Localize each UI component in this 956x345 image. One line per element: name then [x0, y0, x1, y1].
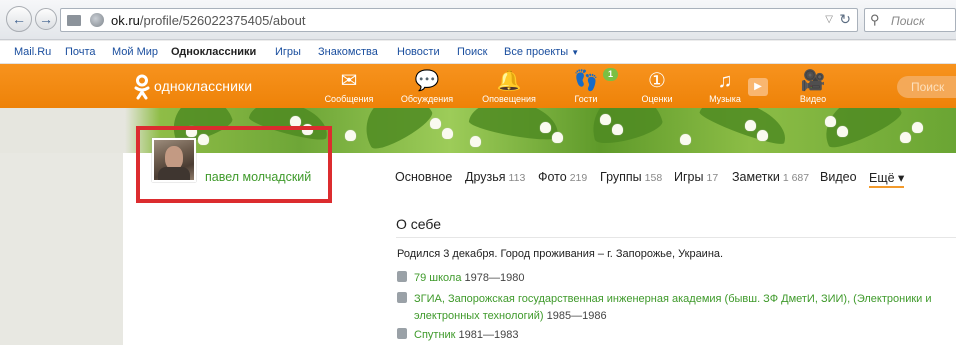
tab-games[interactable]: Игры 17	[674, 170, 718, 184]
nav-ratings-label: Оценки	[641, 94, 673, 104]
university-icon	[397, 292, 407, 303]
education-link[interactable]: ЗГИА, Запорожская государственная инжене…	[414, 293, 932, 305]
address-bar[interactable]: ok.ru/profile/526022375405/about ▽ ↻	[60, 8, 858, 32]
education-years: 1981—1983	[458, 329, 519, 341]
education-link[interactable]: Спутник	[414, 329, 455, 341]
nav-video[interactable]: 🎥 Видео	[795, 70, 831, 105]
education-link-cont[interactable]: электронных технологий)	[414, 310, 544, 322]
nav-video-label: Видео	[799, 94, 827, 104]
portal-link-games[interactable]: Игры	[275, 46, 301, 58]
portal-link-news[interactable]: Новости	[397, 46, 440, 58]
education-years: 1985—1986	[546, 310, 607, 322]
school-icon	[397, 271, 407, 282]
portal-link-my-world[interactable]: Мой Мир	[112, 46, 158, 58]
nav-guests-label: Гости	[574, 94, 598, 104]
tab-more[interactable]: Ещё ▾	[869, 170, 905, 188]
tab-video[interactable]: Видео	[820, 170, 857, 184]
portal-link-mail[interactable]: Почта	[65, 46, 96, 58]
portal-link-odnoklassniki[interactable]: Одноклассники	[171, 46, 256, 58]
nav-discussions[interactable]: 💬 Обсуждения	[397, 70, 457, 105]
dropdown-triangle-icon[interactable]: ▽	[825, 14, 833, 25]
portal-link-dating[interactable]: Знакомства	[318, 46, 378, 58]
back-arrow-icon[interactable]: ←	[6, 6, 32, 32]
ok-header: одноклассники ✉ Сообщения 💬 Обсуждения 🔔…	[0, 64, 956, 108]
divider	[396, 237, 956, 238]
chat-bubbles-icon: 💬	[414, 70, 440, 92]
ok-logo-icon[interactable]	[133, 74, 151, 100]
nav-guests[interactable]: 👣 Гости	[571, 70, 601, 105]
nav-notifications[interactable]: 🔔 Оповещения	[479, 70, 539, 105]
caret-down-icon: ▼	[571, 48, 580, 57]
guests-count-badge: 1	[603, 68, 619, 81]
nav-ratings[interactable]: ① Оценки	[639, 70, 675, 105]
browser-search-placeholder: Поиск	[891, 14, 925, 28]
highlight-frame	[136, 126, 332, 203]
portal-link-search[interactable]: Поиск	[457, 46, 487, 58]
globe-icon	[90, 13, 104, 27]
tab-photos[interactable]: Фото 219	[538, 170, 587, 184]
browser-search-input[interactable]: ⚲ Поиск	[864, 8, 956, 32]
grid-icon[interactable]	[67, 15, 81, 26]
magnifier-icon: ⚲	[870, 12, 880, 27]
nav-discussions-label: Обсуждения	[400, 94, 454, 104]
play-button-icon[interactable]: ▶	[748, 78, 768, 96]
camp-icon	[397, 328, 407, 339]
portal-link-all-projects[interactable]: Все проекты ▼	[504, 46, 579, 58]
portal-link-mailru[interactable]: Mail.Ru	[14, 46, 51, 58]
forward-arrow-icon[interactable]: →	[35, 8, 57, 30]
tab-main[interactable]: Основное	[395, 170, 452, 184]
tab-friends[interactable]: Друзья 113	[465, 170, 525, 184]
music-note-icon: ♫	[717, 70, 733, 92]
browser-toolbar: ← → ok.ru/profile/526022375405/about ▽ ↻…	[0, 0, 956, 40]
envelope-icon: ✉	[340, 70, 358, 92]
about-summary: Родился 3 декабря. Город проживания – г.…	[397, 248, 724, 260]
nav-notifications-label: Оповещения	[482, 94, 536, 104]
left-gutter	[0, 153, 123, 345]
ok-logo-text[interactable]: одноклассники	[154, 78, 252, 94]
nav-music-label: Музыка	[709, 94, 741, 104]
nav-messages-label: Сообщения	[324, 94, 374, 104]
about-title: О себе	[396, 216, 442, 232]
portal-bar: Mail.Ru Почта Мой Мир Одноклассники Игры…	[0, 41, 956, 64]
tab-notes[interactable]: Заметки 1 687	[732, 170, 809, 184]
ok-search-placeholder: Поиск	[911, 80, 945, 94]
nav-music[interactable]: ♫ Музыка	[705, 70, 745, 105]
rating-icon: ①	[648, 70, 666, 92]
nav-messages[interactable]: ✉ Сообщения	[323, 70, 375, 105]
reload-icon[interactable]: ↻	[839, 11, 851, 28]
video-camera-icon: 🎥	[800, 70, 826, 92]
url-text[interactable]: ok.ru/profile/526022375405/about	[111, 13, 305, 28]
tab-groups[interactable]: Группы 158	[600, 170, 662, 184]
education-years: 1978—1980	[464, 272, 525, 284]
education-link[interactable]: 79 школа	[414, 272, 461, 284]
bell-icon: 🔔	[496, 70, 522, 92]
ok-search-input[interactable]: Поиск	[897, 76, 956, 98]
footprints-icon: 👣	[573, 70, 599, 92]
